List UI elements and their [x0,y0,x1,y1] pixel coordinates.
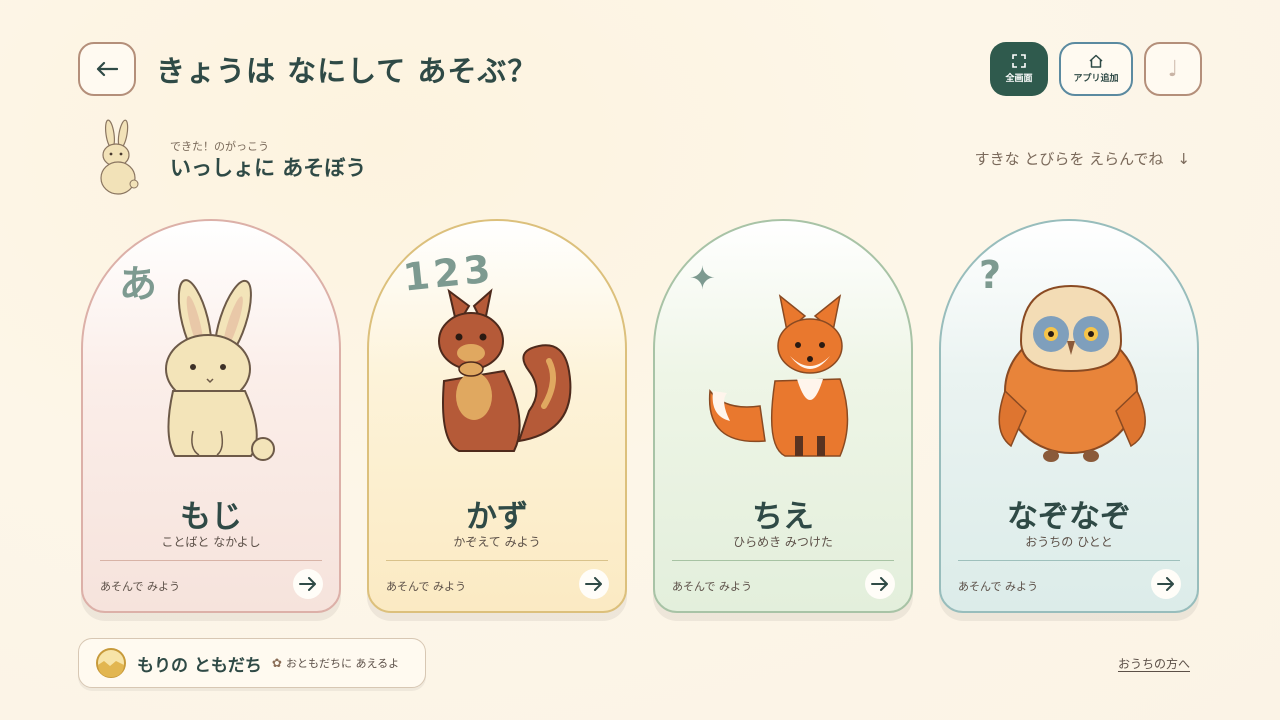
top-header: きょうは なにして あそぶ？ 全画面 アプリ追加 ♩ [78,42,1202,96]
fullscreen-label: 全画面 [1005,74,1033,84]
card-title: もじ [180,499,242,535]
card-play-label: あそんで みよう [672,580,752,593]
card-subtitle: おうちの ひとと [1025,535,1113,549]
card-subtitle: かぞえて みよう [453,535,541,549]
arrow-left-icon [96,61,118,77]
rabbit-icon [165,279,275,461]
card-nazonazo[interactable]: ? なぞなぞ おうちの ひとと あそんで みよう [939,219,1199,613]
owl-icon [998,284,1146,462]
card-title: なぞなぞ [1007,499,1131,535]
card-divider [100,560,322,561]
card-moji[interactable]: あ もじ ことばと なかよし あそんで みよう [81,219,341,613]
friends-title: もりの ともだち [137,655,262,676]
pick-door-hint-text: すきな とびらを えらんでね [974,150,1164,168]
card-title: ちえ [752,499,814,535]
arrow-right-icon[interactable] [865,569,895,599]
tagline-big: いっしょに あそぼう [170,156,367,180]
flower-icon: ✿ [271,656,282,670]
home-icon [1089,54,1103,68]
pick-door-hint: すきな とびらを えらんでね ↓ [975,148,1190,169]
arrow-right-icon[interactable] [293,569,323,599]
card-play-label: あそんで みよう [386,580,466,593]
forest-friends-button[interactable]: もりの ともだち ✿ おともだちに あえるよ [78,638,426,688]
page-title: きょうは なにして あそぶ？ [156,54,538,88]
card-chie[interactable]: ✦ ちえ ひらめき みつけた あそんで みよう [653,219,913,613]
music-button[interactable]: ♩ [1144,42,1202,96]
sub-header: できた！のがっこう いっしょに あそぼう すきな とびらを えらんでね ↓ [90,118,1190,198]
arrow-right-icon[interactable] [579,569,609,599]
card-divider [672,560,894,561]
card-title: かず [466,499,528,535]
add-app-button[interactable]: アプリ追加 [1059,42,1133,96]
card-play-label: あそんで みよう [100,580,180,593]
friends-note: おともだちに あえるよ [285,657,400,670]
arrow-down-icon: ↓ [1177,149,1190,168]
fullscreen-button[interactable]: 全画面 [990,42,1048,96]
back-button[interactable] [78,42,136,96]
music-note-icon: ♩ [1167,56,1179,82]
card-divider [386,560,608,561]
card-subtitle: ひらめき みつけた [733,535,833,549]
arrow-right-icon[interactable] [1151,569,1181,599]
parents-link[interactable]: おうちの方へ [1118,655,1190,672]
fox-icon [708,294,849,457]
rabbit-mascot-icon [100,119,139,195]
add-app-label: アプリ追加 [1073,74,1119,84]
card-play-label: あそんで みよう [958,580,1038,593]
fullscreen-icon [1012,54,1026,68]
card-divider [958,560,1180,561]
egg-icon [96,648,126,678]
card-kazu[interactable]: 123 かず かぞえて みよう あそんで みよう [367,219,627,613]
activity-cards: あ もじ ことばと なかよし あそんで みよう 123 かず かぞえて みよう … [81,219,1199,621]
card-subtitle: ことばと なかよし [161,535,261,549]
squirrel-icon [438,288,572,452]
